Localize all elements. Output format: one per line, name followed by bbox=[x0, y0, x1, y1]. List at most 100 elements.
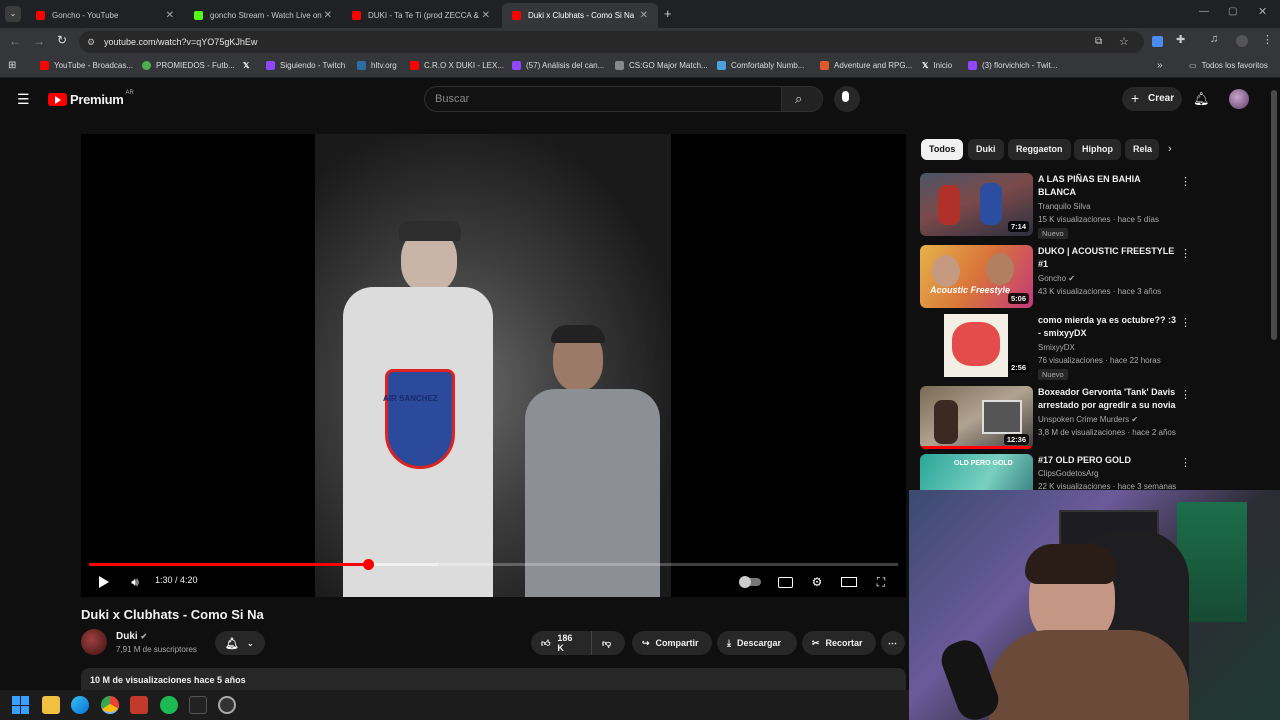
subtitles-button[interactable] bbox=[774, 573, 796, 591]
tab-goncho-kick[interactable]: goncho Stream - Watch Live on ✕ bbox=[184, 3, 342, 28]
recommendation-item[interactable]: 7:14 A LAS PIÑAS EN BAHIA BLANCA Tranqui… bbox=[920, 173, 1191, 239]
hamburger-menu-icon[interactable]: ☰ bbox=[17, 91, 30, 108]
chip-hiphop[interactable]: Hiphop bbox=[1074, 139, 1121, 160]
video-thumbnail[interactable]: Acoustic Freestyle 5:06 bbox=[920, 245, 1033, 308]
chip-duki[interactable]: Duki bbox=[968, 139, 1004, 160]
app-icon[interactable] bbox=[130, 696, 148, 714]
video-thumbnail[interactable]: 2:56 bbox=[920, 314, 1033, 377]
bookmark-item[interactable]: Adventure and RPG... bbox=[820, 61, 912, 70]
close-tab-icon[interactable]: ✕ bbox=[166, 10, 174, 21]
clip-button[interactable]: ✂ Recortar bbox=[802, 631, 876, 655]
install-app-icon[interactable]: ⧉ bbox=[1095, 31, 1102, 53]
recommendation-title[interactable]: DUKO | ACOUSTIC FREESTYLE #1 bbox=[1038, 245, 1178, 271]
recommendation-item[interactable]: OLD PERO GOLD #17 OLD PERO GOLD ClipsGod… bbox=[920, 454, 1190, 490]
edge-browser-icon[interactable] bbox=[71, 696, 89, 714]
recommendation-channel[interactable]: Goncho ✔ bbox=[1038, 274, 1075, 283]
bookmark-item[interactable]: C.R.O X DUKI - LEX... bbox=[410, 61, 504, 70]
bookmark-item[interactable]: (57) Análisis del can... bbox=[512, 61, 604, 70]
notifications-bell-icon[interactable]: 🔔︎ bbox=[1193, 91, 1210, 107]
maximize-button[interactable]: ▢ bbox=[1228, 6, 1237, 17]
settings-button[interactable]: ⚙ bbox=[806, 573, 828, 591]
back-button[interactable]: ← bbox=[9, 34, 21, 48]
like-button[interactable]: 👍︎ 186 K bbox=[531, 631, 591, 655]
address-bar[interactable]: ⚙ youtube.com/watch?v=qYO75gKJhEw ⧉ ☆ bbox=[79, 31, 1144, 53]
recommendation-title[interactable]: #17 OLD PERO GOLD bbox=[1038, 454, 1178, 467]
recommendation-channel[interactable]: Tranquilo Silva bbox=[1038, 202, 1091, 211]
chip-reggaeton[interactable]: Reggaeton bbox=[1008, 139, 1071, 160]
windows-start-icon[interactable] bbox=[12, 696, 30, 714]
chevron-right-icon[interactable]: › bbox=[1168, 143, 1172, 155]
dislike-button[interactable]: 👎︎ bbox=[591, 631, 625, 655]
recommendation-title[interactable]: Boxeador Gervonta 'Tank' Davis arrestado… bbox=[1038, 386, 1178, 412]
chip-todos[interactable]: Todos bbox=[921, 139, 964, 160]
apps-grid-icon[interactable]: ⊞ bbox=[8, 60, 16, 71]
page-scrollbar[interactable] bbox=[1271, 90, 1277, 340]
youtube-logo[interactable]: Premium AR bbox=[48, 90, 134, 107]
bookmark-item[interactable]: 𝕏 bbox=[243, 61, 249, 70]
bookmark-star-icon[interactable]: ☆ bbox=[1119, 31, 1129, 53]
minimize-button[interactable]: — bbox=[1199, 6, 1209, 17]
more-options-icon[interactable]: ⋮ bbox=[1180, 175, 1191, 188]
more-options-icon[interactable]: ⋮ bbox=[1180, 456, 1190, 469]
voice-search-button[interactable] bbox=[834, 86, 860, 112]
volume-button[interactable]: 🔊︎ bbox=[124, 573, 146, 591]
recommendation-item[interactable]: 12:36 Boxeador Gervonta 'Tank' Davis arr… bbox=[920, 386, 1191, 450]
reload-button[interactable]: ↻ bbox=[57, 33, 67, 47]
download-button[interactable]: ⤓ Descargar bbox=[717, 631, 797, 655]
more-actions-button[interactable]: ⋯ bbox=[881, 631, 905, 655]
channel-avatar[interactable] bbox=[81, 629, 107, 655]
forward-button[interactable]: → bbox=[33, 34, 45, 48]
chip-rela[interactable]: Rela bbox=[1125, 139, 1159, 160]
play-button[interactable] bbox=[93, 573, 115, 591]
bookmark-item[interactable]: Comfortably Numb... bbox=[717, 61, 804, 70]
share-button[interactable]: ↪ Compartir bbox=[632, 631, 712, 655]
chrome-browser-icon[interactable] bbox=[101, 696, 119, 714]
search-input[interactable]: Buscar bbox=[424, 86, 782, 112]
subscription-bell-button[interactable]: 🔔︎ ⌄ bbox=[215, 631, 265, 655]
recommendation-item[interactable]: 2:56 como mierda ya es octubre?? :3 - sm… bbox=[920, 314, 1191, 380]
obs-icon[interactable] bbox=[218, 696, 236, 714]
video-thumbnail[interactable]: 7:14 bbox=[920, 173, 1033, 236]
close-tab-icon[interactable]: ✕ bbox=[324, 10, 332, 21]
file-explorer-icon[interactable] bbox=[42, 696, 60, 714]
recommendation-title[interactable]: como mierda ya es octubre?? :3 - smixyyD… bbox=[1038, 314, 1178, 340]
close-tab-icon[interactable]: ✕ bbox=[482, 10, 490, 21]
extension-icon[interactable] bbox=[1152, 36, 1163, 47]
video-thumbnail[interactable]: 12:36 bbox=[920, 386, 1033, 449]
bookmark-item[interactable]: PROMIEDOS - Futb... bbox=[142, 61, 235, 70]
tab-search-button[interactable]: ⌄ bbox=[5, 6, 21, 22]
tab-duki-tateti[interactable]: DUKI - Ta Te Ti (prod ZECCA & ✕ bbox=[342, 3, 500, 28]
bookmark-item[interactable]: CS:GO Major Match... bbox=[615, 61, 708, 70]
video-thumbnail[interactable]: OLD PERO GOLD bbox=[920, 454, 1033, 490]
media-controls-icon[interactable]: ♫ bbox=[1210, 33, 1218, 45]
video-player[interactable]: AIR SANCHEZ 🔊︎ 1:30 / 4:20 ⚙ ⛶ bbox=[81, 134, 906, 597]
tab-duki-clubhats[interactable]: Duki x Clubhats - Como Si Na ✕ bbox=[502, 3, 658, 28]
profile-avatar-icon[interactable] bbox=[1236, 35, 1248, 47]
autoplay-toggle[interactable] bbox=[737, 573, 763, 591]
create-button[interactable]: + Crear bbox=[1122, 87, 1182, 111]
all-bookmarks-folder[interactable]: ▭ Todos los favoritos bbox=[1189, 61, 1268, 70]
recommendation-channel[interactable]: ClipsGodetosArg bbox=[1038, 469, 1098, 478]
user-avatar[interactable] bbox=[1229, 89, 1249, 109]
spotify-icon[interactable] bbox=[160, 696, 178, 714]
more-options-icon[interactable]: ⋮ bbox=[1180, 247, 1191, 260]
channel-name[interactable]: Duki ✔ bbox=[116, 631, 147, 642]
bookmark-item[interactable]: hltv.org bbox=[357, 61, 397, 70]
close-window-button[interactable]: ✕ bbox=[1258, 5, 1267, 18]
bookmark-item[interactable]: YouTube - Broadcas... bbox=[40, 61, 133, 70]
theater-mode-button[interactable] bbox=[838, 573, 860, 591]
bookmark-item[interactable]: Siguiendo - Twitch bbox=[266, 61, 345, 70]
terminal-icon[interactable] bbox=[189, 696, 207, 714]
site-info-icon[interactable]: ⚙ bbox=[87, 31, 95, 53]
extensions-puzzle-icon[interactable]: ✚ bbox=[1176, 33, 1185, 46]
more-options-icon[interactable]: ⋮ bbox=[1180, 388, 1191, 401]
more-bookmarks-icon[interactable]: » bbox=[1157, 60, 1163, 71]
recommendation-title[interactable]: A LAS PIÑAS EN BAHIA BLANCA bbox=[1038, 173, 1178, 199]
close-tab-icon[interactable]: ✕ bbox=[640, 10, 648, 21]
new-tab-button[interactable]: + bbox=[664, 6, 672, 21]
tab-goncho-youtube[interactable]: Goncho - YouTube ✕ bbox=[26, 3, 184, 28]
recommendation-channel[interactable]: Unspoken Crime Murders ✔ bbox=[1038, 415, 1138, 424]
chrome-menu-icon[interactable]: ⋮ bbox=[1262, 33, 1273, 46]
bookmark-item[interactable]: 𝕏 Inicio bbox=[922, 61, 952, 70]
more-options-icon[interactable]: ⋮ bbox=[1180, 316, 1191, 329]
